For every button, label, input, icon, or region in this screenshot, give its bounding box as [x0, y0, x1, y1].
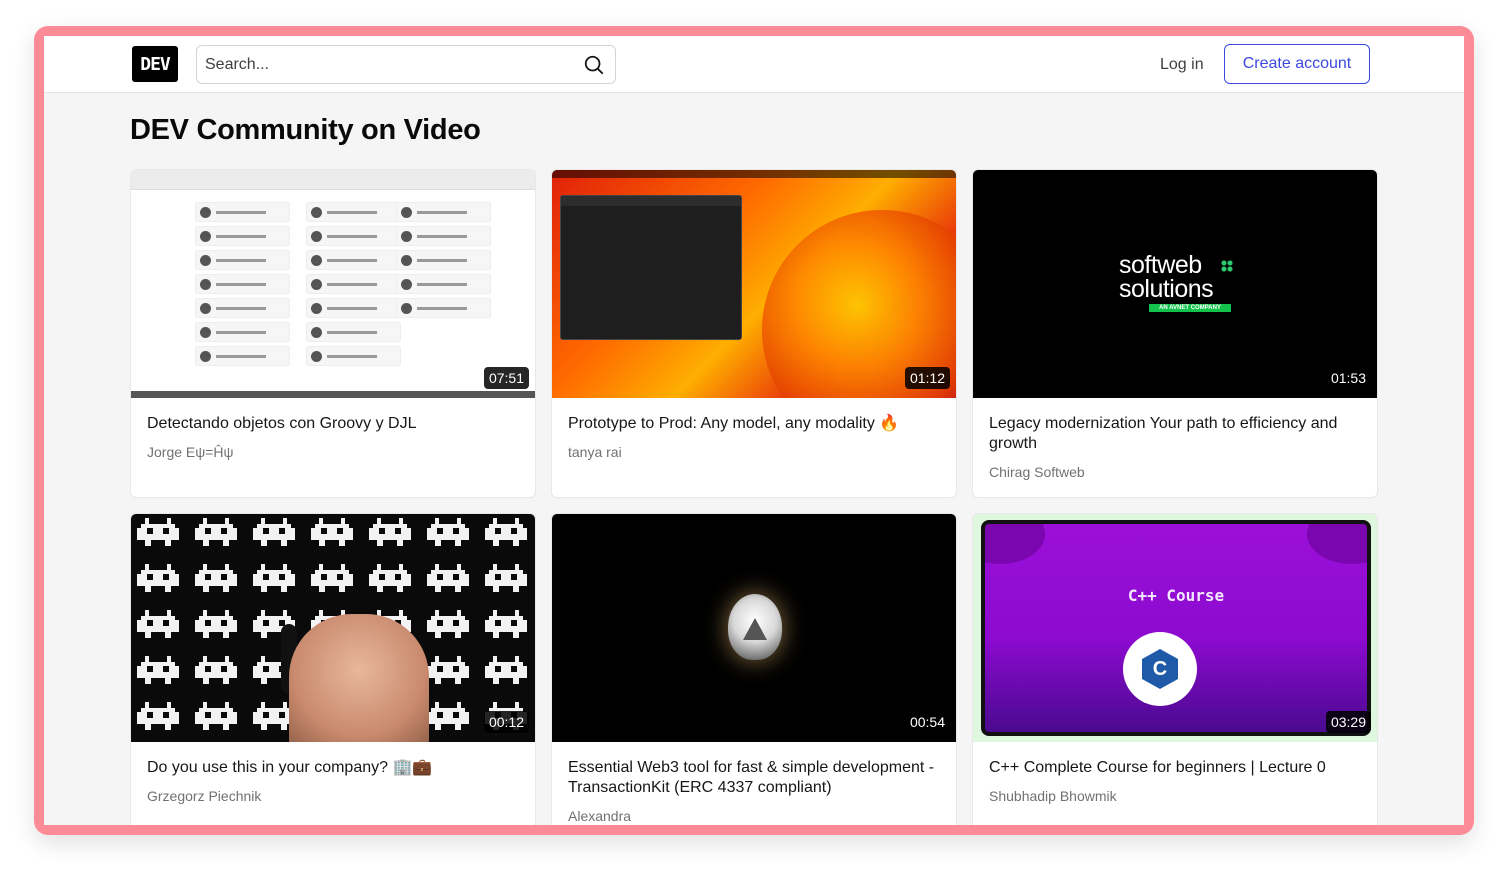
video-card[interactable]: 07:51 Detectando objetos con Groovy y DJ… [130, 169, 536, 498]
video-author[interactable]: Grzegorz Piechnik [147, 788, 261, 804]
ladybug-logo-icon [728, 594, 782, 660]
video-title[interactable]: Essential Web3 tool for fast & simple de… [568, 758, 944, 798]
thumbnail-list-column [195, 202, 290, 370]
window-frame: DEV Log in Create account DEV Community … [34, 26, 1474, 835]
search-box [196, 45, 616, 84]
page-title: DEV Community on Video [130, 114, 481, 146]
video-thumbnail[interactable]: 00:54 [552, 514, 956, 742]
login-link[interactable]: Log in [1148, 46, 1216, 83]
video-duration: 03:29 [1325, 711, 1371, 733]
video-author[interactable]: Alexandra [568, 808, 631, 824]
top-navigation: DEV Log in Create account [44, 36, 1464, 93]
video-duration: 07:51 [483, 367, 529, 389]
search-button[interactable] [579, 50, 609, 80]
thumbnail-taskbar [131, 391, 535, 398]
create-account-button[interactable]: Create account [1224, 44, 1370, 84]
thumbnail-terminal-window [560, 195, 742, 340]
thumbnail-list-column [396, 202, 491, 322]
search-icon [584, 55, 604, 75]
video-duration: 00:54 [904, 711, 950, 733]
video-card[interactable]: 00:12 Do you use this in your company? 🏢… [130, 513, 536, 825]
video-title[interactable]: Legacy modernization Your path to effici… [989, 414, 1365, 454]
video-card[interactable]: softweb solutions AN AVNET COMPANY 01:53… [972, 169, 1378, 498]
presenter-face [289, 614, 429, 742]
dev-logo[interactable]: DEV [132, 46, 178, 82]
video-title[interactable]: Prototype to Prod: Any model, any modali… [568, 414, 944, 434]
course-slide-title: C++ Course [1127, 586, 1225, 605]
video-card[interactable]: 00:54 Essential Web3 tool for fast & sim… [551, 513, 957, 825]
thumbnail-browser-bar [131, 170, 535, 190]
softweb-tagline: AN AVNET COMPANY [1149, 304, 1231, 312]
video-author[interactable]: Jorge Eψ=Ĥψ [147, 444, 234, 460]
cpp-logo-icon: C [1123, 632, 1197, 706]
softweb-logo: softweb solutions [1119, 251, 1214, 303]
video-thumbnail[interactable]: softweb solutions AN AVNET COMPANY 01:53 [973, 170, 1377, 398]
video-thumbnail[interactable]: 00:12 [131, 514, 535, 742]
video-card[interactable]: 01:12 Prototype to Prod: Any model, any … [551, 169, 957, 498]
thumbnail-list-column [306, 202, 401, 370]
video-title[interactable]: Do you use this in your company? 🏢💼 [147, 758, 523, 778]
video-thumbnail[interactable]: C++ Course C 03:29 [973, 514, 1377, 742]
video-title[interactable]: C++ Complete Course for beginners | Lect… [989, 758, 1365, 778]
video-duration: 00:12 [483, 711, 529, 733]
softweb-dots-icon [1221, 260, 1233, 272]
video-author[interactable]: tanya rai [568, 444, 622, 460]
video-title[interactable]: Detectando objetos con Groovy y DJL [147, 414, 523, 434]
video-author[interactable]: Chirag Softweb [989, 464, 1085, 480]
browser-viewport: DEV Log in Create account DEV Community … [44, 36, 1464, 825]
video-card[interactable]: C++ Course C 03:29 C++ Complete Course f… [972, 513, 1378, 825]
video-thumbnail[interactable]: 07:51 [131, 170, 535, 398]
video-thumbnail[interactable]: 01:12 [552, 170, 956, 398]
course-slide: C++ Course C [981, 520, 1371, 736]
video-duration: 01:12 [904, 367, 950, 389]
video-author[interactable]: Shubhadip Bhowmik [989, 788, 1117, 804]
search-input[interactable] [205, 46, 575, 83]
video-duration: 01:53 [1325, 367, 1371, 389]
thumbnail-menubar [552, 170, 956, 178]
